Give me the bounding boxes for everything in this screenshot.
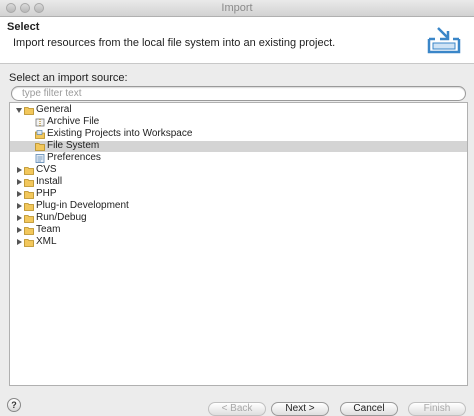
tree-item-label: XML xyxy=(36,236,57,247)
tree-item-label: Existing Projects into Workspace xyxy=(47,128,193,139)
existing-projects-icon xyxy=(35,130,45,139)
window-titlebar: Import xyxy=(0,0,474,17)
filter-field[interactable] xyxy=(11,86,466,101)
tree-item-xml[interactable]: XML xyxy=(10,236,467,248)
expand-arrow-icon[interactable] xyxy=(17,203,22,209)
expand-arrow-icon[interactable] xyxy=(16,108,22,113)
cancel-button[interactable]: Cancel xyxy=(340,402,398,416)
folder-icon xyxy=(35,143,45,151)
preferences-icon xyxy=(35,154,45,163)
archive-file-icon xyxy=(35,118,45,127)
tree-item-label: General xyxy=(36,104,72,115)
expand-arrow-icon[interactable] xyxy=(17,167,22,173)
tree-item-plugin-development[interactable]: Plug-in Development xyxy=(10,200,467,212)
expand-arrow-icon[interactable] xyxy=(17,227,22,233)
tree-item-label: Plug-in Development xyxy=(36,200,129,211)
folder-icon xyxy=(24,203,34,211)
tree-item-label: Install xyxy=(36,176,63,187)
tree-item-label: Preferences xyxy=(47,152,101,163)
tree-item-install[interactable]: Install xyxy=(10,176,467,188)
button-bar: ? < Back Next > Cancel Finish xyxy=(0,394,474,416)
tree-item-php[interactable]: PHP xyxy=(10,188,467,200)
wizard-header: Select Import resources from the local f… xyxy=(0,17,474,64)
page-title: Select xyxy=(7,21,40,33)
back-button[interactable]: < Back xyxy=(208,402,266,416)
tree-item-preferences[interactable]: Preferences xyxy=(10,152,467,164)
tree-item-label: PHP xyxy=(36,188,57,199)
tree-item-general[interactable]: General xyxy=(10,104,467,116)
expand-arrow-icon[interactable] xyxy=(17,239,22,245)
tree-item-label: CVS xyxy=(36,164,57,175)
page-description: Import resources from the local file sys… xyxy=(13,37,336,49)
expand-arrow-icon[interactable] xyxy=(17,191,22,197)
tree-item-label: Archive File xyxy=(47,116,100,127)
next-button[interactable]: Next > xyxy=(271,402,329,416)
import-source-tree[interactable]: General Archive File Existing Projects i… xyxy=(9,102,468,386)
tree-item-label: Team xyxy=(36,224,61,235)
tree-item-label: File System xyxy=(47,140,100,151)
tree-item-archive-file[interactable]: Archive File xyxy=(10,116,467,128)
filter-input[interactable] xyxy=(22,87,452,100)
tree-item-label: Run/Debug xyxy=(36,212,87,223)
tree-item-file-system[interactable]: File System xyxy=(10,140,467,152)
folder-icon xyxy=(24,239,34,247)
tree-item-run-debug[interactable]: Run/Debug xyxy=(10,212,467,224)
folder-icon xyxy=(24,215,34,223)
tree-item-existing-projects[interactable]: Existing Projects into Workspace xyxy=(10,128,467,140)
tree-item-cvs[interactable]: CVS xyxy=(10,164,467,176)
expand-arrow-icon[interactable] xyxy=(17,215,22,221)
import-source-label: Select an import source: xyxy=(9,72,128,84)
folder-icon xyxy=(24,191,34,199)
folder-icon xyxy=(24,107,34,115)
window-title: Import xyxy=(221,2,253,14)
folder-icon xyxy=(24,167,34,175)
folder-icon xyxy=(24,227,34,235)
expand-arrow-icon[interactable] xyxy=(17,179,22,185)
finish-button[interactable]: Finish xyxy=(408,402,466,416)
folder-icon xyxy=(24,179,34,187)
import-tray-icon xyxy=(427,27,461,54)
tree-item-team[interactable]: Team xyxy=(10,224,467,236)
